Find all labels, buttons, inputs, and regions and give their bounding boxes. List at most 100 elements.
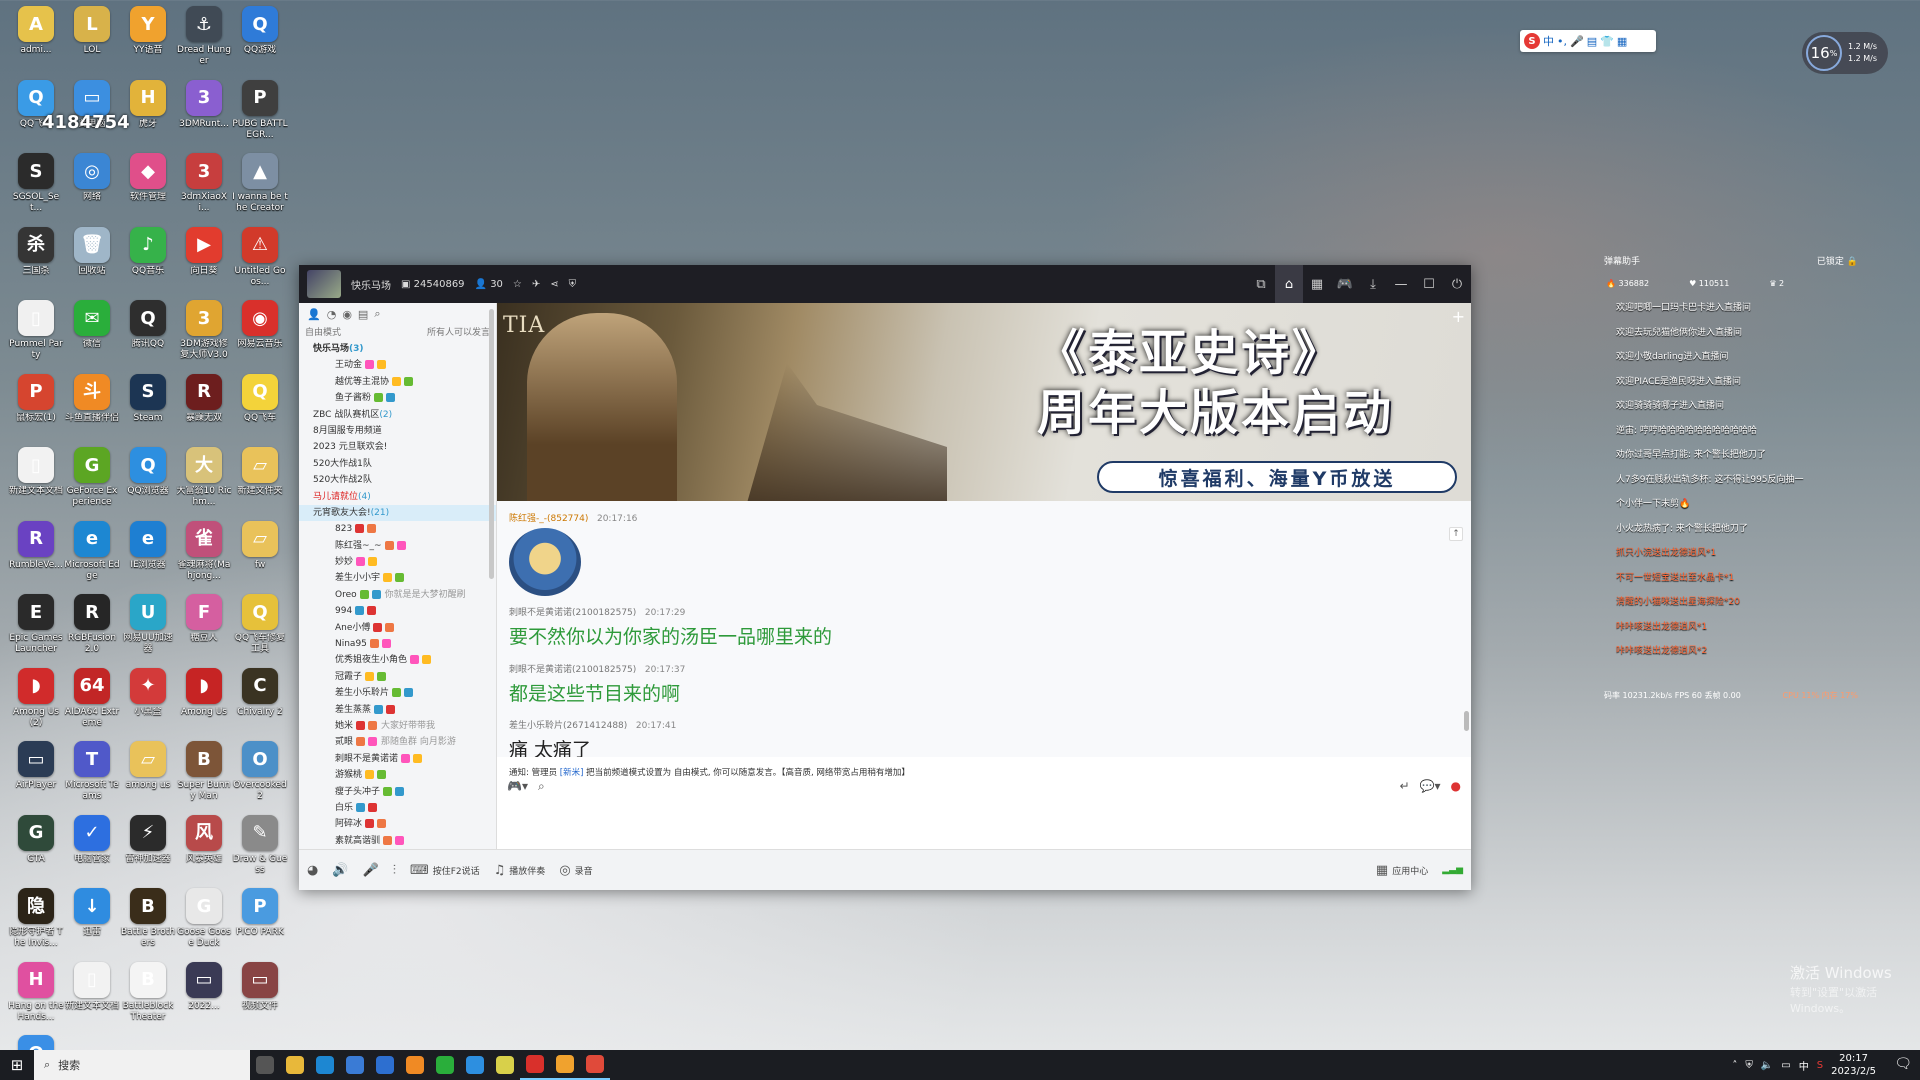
- ime-toolbar[interactable]: S 中 •, 🎤 ▤ 👕 ▦: [1520, 30, 1656, 52]
- volume-icon[interactable]: 🔈: [1761, 1060, 1773, 1071]
- chat-input[interactable]: [554, 777, 1390, 795]
- user-icon[interactable]: 👤: [307, 308, 321, 321]
- desktop-icon[interactable]: ↓ 迅雷: [64, 888, 120, 938]
- desktop-icon[interactable]: Q QQ飞车: [232, 373, 288, 424]
- desktop-icon[interactable]: P PICO PARK: [232, 888, 288, 938]
- desktop-icon[interactable]: R RumbleVe...: [8, 520, 64, 571]
- channel-member[interactable]: 游猴桃: [299, 767, 496, 783]
- emoji-icon[interactable]: 🎮▾: [507, 779, 528, 793]
- chat-icon[interactable]: ◔: [327, 308, 337, 321]
- red-packet-icon[interactable]: ●: [1451, 779, 1461, 793]
- desktop-icon[interactable]: H Hang on the Hands...: [8, 961, 64, 1023]
- lock-toggle[interactable]: 已锁定 🔒: [1817, 254, 1858, 267]
- microphone-icon[interactable]: 🎤: [363, 863, 379, 878]
- desktop-icon[interactable]: ◗ Among Us: [176, 667, 232, 718]
- channel-member[interactable]: 差生小乐聆片: [299, 685, 496, 701]
- scroll-top-icon[interactable]: ↑: [1449, 527, 1463, 541]
- network-icon[interactable]: ▭: [1781, 1060, 1790, 1071]
- start-button[interactable]: ⊞: [0, 1050, 34, 1080]
- plane-icon[interactable]: ✈: [532, 279, 540, 290]
- taskbar-app-mail[interactable]: [370, 1050, 400, 1080]
- desktop-icon[interactable]: P PUBG BATTLEGR...: [232, 79, 288, 141]
- screen-icon[interactable]: ⧉: [1247, 265, 1275, 303]
- share-icon[interactable]: ⋖: [550, 279, 558, 290]
- taskbar-app-qq-music[interactable]: [490, 1050, 520, 1080]
- desktop-icon[interactable]: 杀三国杀: [8, 226, 64, 277]
- desktop-icon[interactable]: ♪ QQ音乐: [120, 226, 176, 277]
- channel-member[interactable]: 鱼子酱粉: [299, 390, 496, 406]
- desktop-icon[interactable]: ▯ Pummel Party: [8, 300, 64, 361]
- desktop-icon[interactable]: ⚓ Dread Hunger: [176, 6, 232, 67]
- desktop-icon[interactable]: C Chivalry 2: [232, 667, 288, 718]
- desktop-icon[interactable]: ◉ 网易云音乐: [232, 300, 288, 350]
- desktop-icon[interactable]: 斗斗鱼直播伴侣: [64, 373, 120, 424]
- desktop-icon[interactable]: ▲ I wanna be the Creator: [232, 153, 288, 214]
- channel-avatar[interactable]: [307, 270, 341, 298]
- desktop-icon[interactable]: B Battleblock Theater: [120, 961, 176, 1023]
- press-key-button[interactable]: ⌨ 按住F2说话: [410, 863, 480, 878]
- notification-icon[interactable]: 🗨: [1894, 1056, 1912, 1072]
- channel-item[interactable]: 马儿请就位(4): [299, 489, 496, 505]
- desktop-icon[interactable]: U 网易UU加速器: [120, 594, 176, 655]
- message-author[interactable]: 差生小乐聆片(2671412488): [509, 721, 627, 731]
- list-icon[interactable]: ▤: [358, 308, 368, 321]
- desktop-icon[interactable]: ▱ 新建文件夹: [232, 447, 288, 497]
- channel-member[interactable]: Nina95: [299, 636, 496, 652]
- ime-button[interactable]: 🎤: [1570, 35, 1584, 48]
- ime-button[interactable]: 中: [1543, 33, 1554, 49]
- desktop-icon[interactable]: Q QQ浏览器: [120, 447, 176, 497]
- desktop-icon[interactable]: 隐隐形守护者 The Invis...: [8, 888, 64, 949]
- channel-item[interactable]: 快乐马场(3): [299, 341, 496, 357]
- channel-member[interactable]: 优秀姐夜生小角色: [299, 652, 496, 668]
- app-center-button[interactable]: ▦ 应用中心: [1376, 863, 1428, 878]
- ime-indicator[interactable]: 中: [1799, 1058, 1809, 1073]
- location-icon[interactable]: ◉: [342, 308, 352, 321]
- desktop-icon[interactable]: Aadmi...: [8, 6, 64, 56]
- speaker-icon[interactable]: 🔊: [332, 863, 348, 878]
- channel-item[interactable]: ZBC 战队赛机区(2): [299, 407, 496, 423]
- desktop-icon[interactable]: E Epic Games Launcher: [8, 594, 64, 655]
- sidebar-scrollbar[interactable]: [489, 309, 494, 579]
- sogou-logo-icon[interactable]: S: [1524, 33, 1540, 49]
- channel-member[interactable]: 差生蒸蒸: [299, 702, 496, 718]
- desktop-icon[interactable]: ▱ fw: [232, 520, 288, 571]
- channel-member[interactable]: 素就高谐驯: [299, 833, 496, 845]
- channel-member[interactable]: 贰眼 那随鱼群 向月影游: [299, 734, 496, 750]
- channel-item[interactable]: 2023 元旦联欢会!: [299, 439, 496, 455]
- ime-button[interactable]: 👕: [1600, 35, 1614, 48]
- channel-member[interactable]: 刺眼不是黄诺诺: [299, 751, 496, 767]
- taskbar-app-yy[interactable]: [550, 1050, 580, 1080]
- message-author[interactable]: 刺眼不是黄诺诺(2100182575): [509, 608, 636, 618]
- grid-icon[interactable]: ▦: [1303, 265, 1331, 303]
- record-button[interactable]: ◎ 录音: [559, 863, 592, 878]
- channel-item[interactable]: 520大作战2队: [299, 472, 496, 488]
- desktop-icon[interactable]: R RGBFusion 2.0: [64, 594, 120, 655]
- gamepad-icon[interactable]: 🎮: [1331, 265, 1359, 303]
- net-speed-widget[interactable]: 16% 1.2 M/s 1.2 M/s: [1802, 32, 1888, 74]
- desktop-icon[interactable]: 3 3DMRunt...: [176, 79, 232, 130]
- channel-item[interactable]: 520大作战1队: [299, 456, 496, 472]
- taskbar-app-task-view[interactable]: [250, 1050, 280, 1080]
- taskbar-app-app-orange[interactable]: [400, 1050, 430, 1080]
- desktop-icon[interactable]: ▭ AirPlayer: [8, 741, 64, 791]
- desktop-icon[interactable]: T Microsoft Teams: [64, 741, 120, 802]
- sogou-tray-icon[interactable]: S: [1817, 1060, 1823, 1071]
- desktop-icon[interactable]: S SGSOL_Set...: [8, 153, 64, 214]
- channel-member[interactable]: Oreo 你就是是大梦初醒刷: [299, 587, 496, 603]
- desktop-icon[interactable]: ✓ 电脑管家: [64, 814, 120, 865]
- desktop-icon[interactable]: P 鼠标宏(1): [8, 373, 64, 424]
- desktop-icon[interactable]: ▱ among us: [120, 741, 176, 791]
- minimize-button[interactable]: —: [1387, 265, 1415, 303]
- desktop-icon[interactable]: e IE浏览器: [120, 520, 176, 571]
- desktop-icon[interactable]: 雀雀魂麻将(Mahjong...: [176, 520, 232, 582]
- ad-banner[interactable]: TIA 《泰亚史诗》 周年大版本启动 惊喜福利、海量Y币放送 +: [497, 303, 1471, 501]
- favorite-icon[interactable]: ☆: [513, 279, 522, 290]
- desktop-icon[interactable]: G Goose Goose Duck: [176, 888, 232, 949]
- message-author[interactable]: 陈红强-_-(852774): [509, 514, 588, 524]
- desktop-icon[interactable]: Y YY语音: [120, 6, 176, 56]
- desktop-icon[interactable]: 64 AIDA64 Extreme: [64, 667, 120, 729]
- desktop-icon[interactable]: 3 3dmXiaoXi...: [176, 153, 232, 214]
- desktop-icon[interactable]: 🗑 回收站: [64, 226, 120, 277]
- desktop-icon[interactable]: 大大富翁10 Richm...: [176, 447, 232, 508]
- chat-scrollbar[interactable]: [1464, 711, 1469, 731]
